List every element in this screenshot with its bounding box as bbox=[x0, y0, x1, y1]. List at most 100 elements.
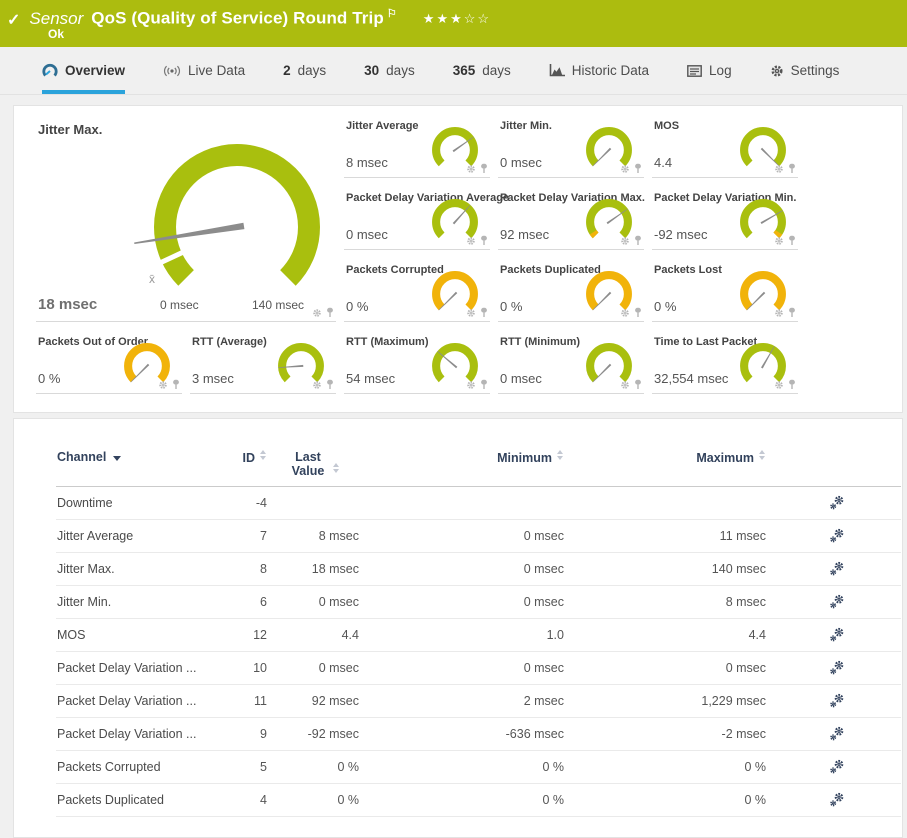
cell-channel[interactable]: Packet Delay Variation ... bbox=[56, 718, 206, 751]
tab-settings[interactable]: Settings bbox=[770, 47, 840, 94]
cell-channel[interactable]: Packets Corrupted bbox=[56, 751, 206, 784]
column-label: Channel bbox=[57, 450, 106, 464]
gear-icon[interactable] bbox=[466, 308, 476, 318]
column-header-minimum[interactable]: Minimum bbox=[360, 449, 565, 487]
tab-2-days[interactable]: 2 days bbox=[283, 47, 326, 94]
sensor-header: ✓ Sensor QoS (Quality of Service) Round … bbox=[0, 0, 907, 47]
table-row: Packet Delay Variation ...1192 msec2 mse… bbox=[56, 685, 901, 718]
gauge-value: 3 msec bbox=[192, 371, 234, 386]
tab-live-data[interactable]: Live Data bbox=[163, 47, 245, 94]
gauge-title: Jitter Min. bbox=[500, 120, 552, 132]
column-header-actions bbox=[767, 449, 901, 487]
pin-icon[interactable] bbox=[480, 379, 488, 390]
gear-icon[interactable] bbox=[774, 380, 784, 390]
pin-icon[interactable] bbox=[634, 235, 642, 246]
pin-icon[interactable] bbox=[634, 163, 642, 174]
cell-channel[interactable]: Jitter Average bbox=[56, 520, 206, 553]
pin-icon[interactable] bbox=[172, 379, 180, 390]
gauge-rtt-average: RTT (Average) 3 msec bbox=[190, 334, 336, 394]
cell-channel[interactable]: Packets Duplicated bbox=[56, 784, 206, 817]
gauge-arc bbox=[590, 275, 628, 307]
pin-icon[interactable] bbox=[788, 235, 796, 246]
priority-stars[interactable]: ★★★☆☆ bbox=[423, 11, 491, 27]
gauge-actions bbox=[774, 307, 796, 318]
gear-icon[interactable] bbox=[466, 236, 476, 246]
tab-log[interactable]: Log bbox=[687, 47, 732, 94]
gear-icon[interactable] bbox=[312, 308, 322, 318]
gear-icon[interactable] bbox=[158, 380, 168, 390]
column-header-id[interactable]: ID bbox=[206, 449, 268, 487]
cell-channel[interactable]: Downtime bbox=[56, 487, 206, 520]
gear-icon[interactable] bbox=[312, 380, 322, 390]
channel-settings-gears-icon[interactable] bbox=[829, 660, 845, 676]
gear-icon[interactable] bbox=[620, 380, 630, 390]
pin-icon[interactable] bbox=[480, 163, 488, 174]
channel-settings-gears-icon[interactable] bbox=[829, 561, 845, 577]
channel-settings-gears-icon[interactable] bbox=[829, 726, 845, 742]
flag-icon[interactable]: ⚐ bbox=[387, 8, 397, 20]
column-header-channel[interactable]: Channel bbox=[56, 449, 206, 487]
cell-id: 12 bbox=[206, 619, 268, 652]
gauge-actions bbox=[620, 235, 642, 246]
gauge-arc bbox=[744, 347, 782, 379]
gear-icon[interactable] bbox=[620, 236, 630, 246]
pin-icon[interactable] bbox=[788, 307, 796, 318]
tab-num: 2 bbox=[283, 63, 291, 78]
column-header-maximum[interactable]: Maximum bbox=[565, 449, 767, 487]
cell-id: 5 bbox=[206, 751, 268, 784]
channel-settings-gears-icon[interactable] bbox=[829, 495, 845, 511]
pin-icon[interactable] bbox=[788, 163, 796, 174]
tab-historic-data[interactable]: Historic Data bbox=[549, 47, 649, 94]
gear-icon[interactable] bbox=[774, 236, 784, 246]
cell-last: 92 msec bbox=[268, 685, 360, 718]
cell-last: 4.4 bbox=[268, 619, 360, 652]
cell-max: 8 msec bbox=[565, 586, 767, 619]
cell-max: 0 % bbox=[565, 784, 767, 817]
pin-icon[interactable] bbox=[480, 235, 488, 246]
pin-icon[interactable] bbox=[634, 379, 642, 390]
gear-icon[interactable] bbox=[466, 380, 476, 390]
cell-channel[interactable]: MOS bbox=[56, 619, 206, 652]
cell-channel[interactable]: Jitter Max. bbox=[56, 553, 206, 586]
gauge-value: 0 % bbox=[654, 299, 676, 314]
cell-last: 18 msec bbox=[268, 553, 360, 586]
tab-365-days[interactable]: 365 days bbox=[453, 47, 511, 94]
gauge-title: RTT (Average) bbox=[192, 336, 267, 348]
gear-icon[interactable] bbox=[774, 164, 784, 174]
pin-icon[interactable] bbox=[788, 379, 796, 390]
gauge-value: 0 msec bbox=[346, 227, 388, 242]
tab-overview[interactable]: Overview bbox=[42, 47, 125, 94]
channel-settings-gears-icon[interactable] bbox=[829, 528, 845, 544]
gauge-value: 0 % bbox=[346, 299, 368, 314]
tab-30-days[interactable]: 30 days bbox=[364, 47, 415, 94]
gear-icon[interactable] bbox=[620, 164, 630, 174]
gear-icon[interactable] bbox=[466, 164, 476, 174]
cell-channel[interactable]: Jitter Min. bbox=[56, 586, 206, 619]
gauge-actions bbox=[620, 379, 642, 390]
pin-icon[interactable] bbox=[326, 307, 334, 318]
cell-channel[interactable]: Packet Delay Variation ... bbox=[56, 652, 206, 685]
channel-settings-gears-icon[interactable] bbox=[829, 627, 845, 643]
cell-max: 11 msec bbox=[565, 520, 767, 553]
column-header-last-value[interactable]: Last Value bbox=[268, 449, 360, 487]
cell-channel[interactable]: Packet Delay Variation ... bbox=[56, 685, 206, 718]
gauge-arc bbox=[744, 203, 782, 235]
gauge-value: 0 msec bbox=[500, 371, 542, 386]
channel-settings-gears-icon[interactable] bbox=[829, 759, 845, 775]
cell-last: 0 msec bbox=[268, 652, 360, 685]
cell-min: -636 msec bbox=[360, 718, 565, 751]
cell-min: 0 % bbox=[360, 751, 565, 784]
gear-icon[interactable] bbox=[774, 308, 784, 318]
gauge-arc bbox=[590, 203, 628, 235]
gauge-arc bbox=[436, 347, 474, 379]
cell-last: 0 % bbox=[268, 751, 360, 784]
gear-icon[interactable] bbox=[620, 308, 630, 318]
channel-settings-gears-icon[interactable] bbox=[829, 693, 845, 709]
cell-id: -4 bbox=[206, 487, 268, 520]
pin-icon[interactable] bbox=[326, 379, 334, 390]
channel-settings-gears-icon[interactable] bbox=[829, 792, 845, 808]
cell-max: 1,229 msec bbox=[565, 685, 767, 718]
pin-icon[interactable] bbox=[634, 307, 642, 318]
pin-icon[interactable] bbox=[480, 307, 488, 318]
channel-settings-gears-icon[interactable] bbox=[829, 594, 845, 610]
